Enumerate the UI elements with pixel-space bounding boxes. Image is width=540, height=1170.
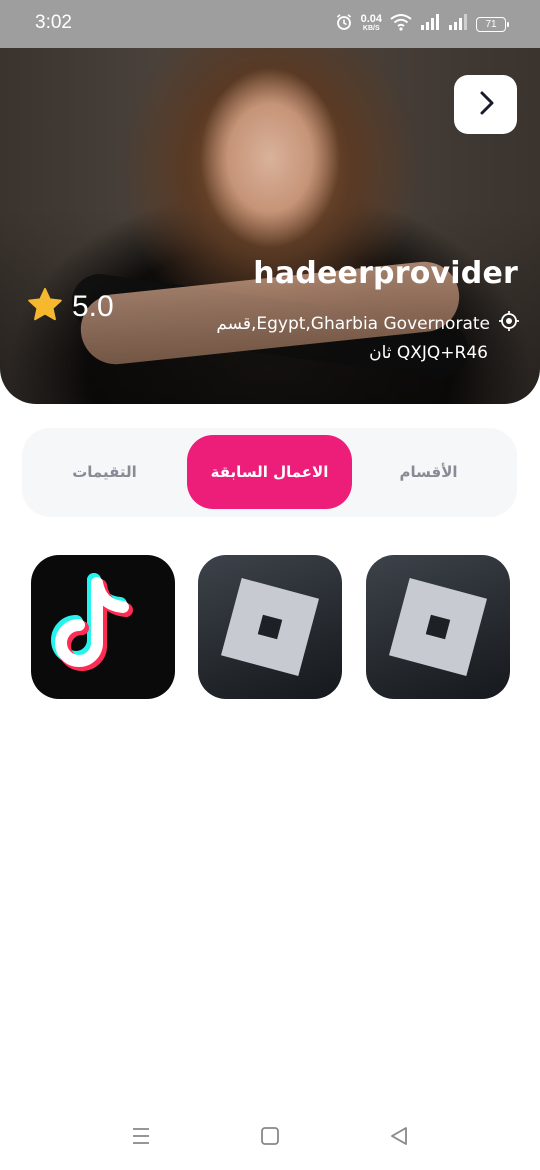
status-bar: 3:02 0.04 KB/S 71 bbox=[0, 0, 540, 48]
signal-icon bbox=[448, 14, 468, 34]
provider-name: hadeerprovider bbox=[253, 256, 518, 291]
wifi-icon bbox=[390, 13, 412, 35]
roblox-icon bbox=[366, 578, 510, 699]
back-icon[interactable] bbox=[389, 1126, 409, 1150]
alarm-icon bbox=[335, 13, 353, 35]
status-time: 3:02 bbox=[35, 12, 72, 33]
tab-previous-works[interactable]: الاعمال السابقة bbox=[187, 435, 352, 509]
location-target-icon bbox=[498, 310, 520, 337]
system-navigation-bar bbox=[0, 1100, 540, 1170]
battery-icon: 71 bbox=[476, 16, 509, 32]
rating-value: 5.0 bbox=[72, 290, 114, 323]
chevron-right-icon bbox=[475, 90, 497, 120]
location-text: قسم,Egypt,Gharbia Governorate bbox=[216, 313, 490, 334]
profile-cover-photo: hadeerprovider قسم,Egypt,Gharbia Governo… bbox=[0, 48, 540, 404]
tiktok-icon bbox=[31, 573, 175, 699]
rating: 5.0 bbox=[26, 286, 114, 328]
network-speed-unit: KB/S bbox=[362, 25, 380, 32]
work-item[interactable] bbox=[198, 555, 342, 699]
location-plus-code: ثان QXJQ+R46 bbox=[369, 343, 488, 363]
home-icon[interactable] bbox=[260, 1126, 280, 1150]
tab-sections[interactable]: الأقسام bbox=[346, 435, 511, 509]
network-speed-value: 0.04 bbox=[360, 13, 382, 25]
menu-icon[interactable] bbox=[131, 1126, 151, 1150]
status-icons: 0.04 KB/S 71 bbox=[335, 12, 509, 36]
forward-button[interactable] bbox=[454, 75, 517, 134]
roblox-icon bbox=[198, 578, 342, 699]
profile-tabs: الأقسام الاعمال السابقة التقيمات bbox=[22, 428, 517, 517]
work-item[interactable] bbox=[366, 555, 510, 699]
tab-reviews[interactable]: التقيمات bbox=[22, 435, 187, 509]
battery-level: 71 bbox=[485, 18, 497, 30]
work-item[interactable] bbox=[31, 555, 175, 699]
signal-icon bbox=[420, 14, 440, 34]
location-row: قسم,Egypt,Gharbia Governorate bbox=[216, 310, 520, 337]
star-icon bbox=[26, 286, 64, 328]
network-speed: 0.04 KB/S bbox=[360, 13, 382, 33]
